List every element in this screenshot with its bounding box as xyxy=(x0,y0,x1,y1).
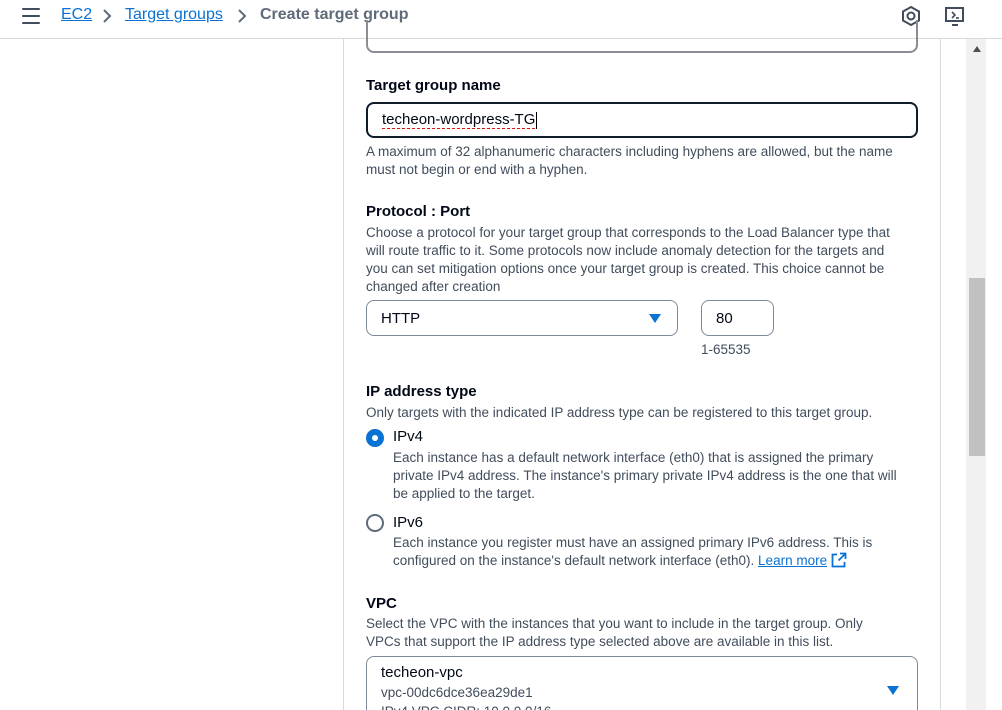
port-input[interactable]: 80 xyxy=(701,300,774,336)
form-container xyxy=(343,39,941,710)
desc-line: Each instance you register must have an … xyxy=(393,535,873,550)
desc-line: be applied to the target. xyxy=(393,486,535,501)
hint-line: A maximum of 32 alphanumeric characters … xyxy=(366,144,893,159)
ip-address-type-description: Only targets with the indicated IP addre… xyxy=(366,405,873,420)
target-group-name-label: Target group name xyxy=(366,77,501,94)
hamburger-menu-icon[interactable] xyxy=(22,8,40,24)
text-caret xyxy=(536,111,538,129)
vpc-id: vpc-00dc6dce36ea29de1 xyxy=(381,685,533,700)
external-link-icon[interactable] xyxy=(831,552,847,573)
target-group-name-hint: A maximum of 32 alphanumeric characters … xyxy=(366,143,893,179)
learn-more-link[interactable]: Learn more xyxy=(758,553,827,568)
desc-line: configured on the instance's default net… xyxy=(393,553,759,568)
help-panel-icon[interactable] xyxy=(944,5,966,27)
ipv4-radio-label[interactable]: IPv4 xyxy=(393,428,423,445)
desc-line: will route traffic to it. Some protocols… xyxy=(366,243,885,258)
vpc-selected-option: techeon-vpc vpc-00dc6dce36ea29de1 IPv4 V… xyxy=(381,663,551,710)
desc-line: private IPv4 address. The instance's pri… xyxy=(393,468,897,483)
target-group-name-input[interactable]: techeon-wordpress-TG xyxy=(366,102,918,138)
chevron-down-icon xyxy=(649,314,661,323)
scroll-up-arrow-icon[interactable] xyxy=(973,46,981,52)
desc-line: changed after creation xyxy=(366,279,501,294)
vpc-select[interactable]: techeon-vpc vpc-00dc6dce36ea29de1 IPv4 V… xyxy=(366,656,918,710)
desc-line: VPCs that support the IP address type se… xyxy=(366,634,834,649)
protocol-port-label: Protocol : Port xyxy=(366,203,471,220)
breadcrumb-target-groups[interactable]: Target groups xyxy=(125,6,223,24)
left-panel xyxy=(0,40,343,710)
desc-line: Select the VPC with the instances that y… xyxy=(366,616,863,631)
port-range-hint: 1-65535 xyxy=(701,342,751,357)
vpc-name: techeon-vpc xyxy=(381,664,463,681)
vpc-cidr: IPv4 VPC CIDR: 10.0.0.0/16 xyxy=(381,702,551,710)
ipv6-description: Each instance you register must have an … xyxy=(393,534,872,573)
vpc-label: VPC xyxy=(366,595,397,612)
ipv4-radio[interactable] xyxy=(366,429,384,447)
desc-line: you can set mitigation options once your… xyxy=(366,261,885,276)
chevron-down-icon xyxy=(887,686,899,695)
ipv6-radio-label[interactable]: IPv6 xyxy=(393,514,423,531)
protocol-selected-value: HTTP xyxy=(381,309,421,327)
desc-line: Choose a protocol for your target group … xyxy=(366,225,890,240)
port-value: 80 xyxy=(716,309,733,327)
protocol-select[interactable]: HTTP xyxy=(366,300,678,336)
ipv6-radio[interactable] xyxy=(366,514,384,532)
previous-input-field[interactable] xyxy=(366,20,918,53)
vpc-description: Select the VPC with the instances that y… xyxy=(366,615,863,651)
ipv4-description: Each instance has a default network inte… xyxy=(393,449,897,503)
protocol-port-description: Choose a protocol for your target group … xyxy=(366,224,890,296)
desc-line-with-link: configured on the instance's default net… xyxy=(393,552,872,573)
breadcrumb-ec2[interactable]: EC2 xyxy=(61,6,92,24)
breadcrumb-separator xyxy=(101,5,113,32)
hint-line: must not begin or end with a hyphen. xyxy=(366,162,588,177)
breadcrumb-separator xyxy=(236,5,248,32)
scrollbar-thumb[interactable] xyxy=(969,278,985,456)
target-group-name-value: techeon-wordpress-TG xyxy=(382,110,536,129)
desc-line: Each instance has a default network inte… xyxy=(393,450,874,465)
ip-address-type-label: IP address type xyxy=(366,383,477,400)
